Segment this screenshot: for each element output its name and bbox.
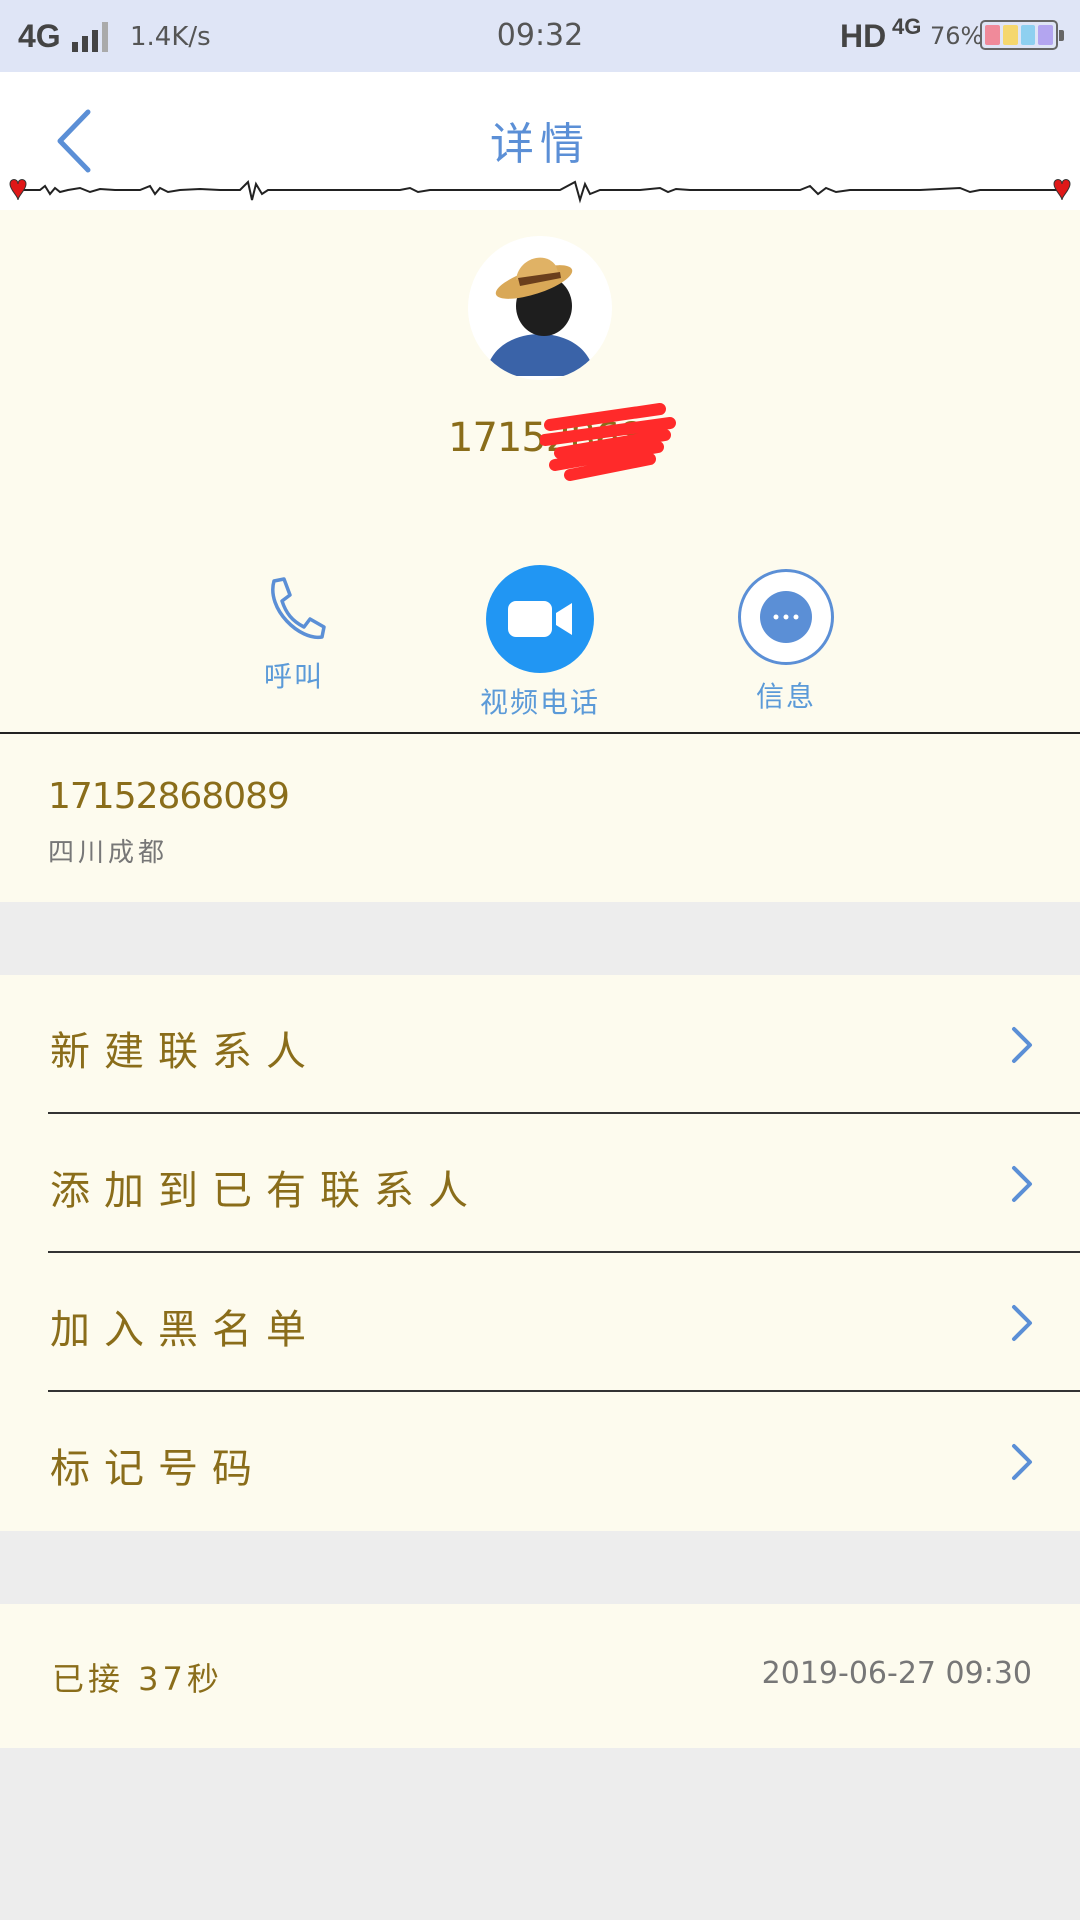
phone-icon bbox=[271, 577, 326, 639]
avatar bbox=[468, 236, 612, 380]
menu-item-blacklist[interactable]: 加入黑名单 bbox=[0, 1253, 1080, 1392]
number-info[interactable]: 17152868089 四川成都 bbox=[0, 734, 1080, 902]
menu-item-label: 新建联系人 bbox=[50, 1029, 320, 1075]
chevron-right-icon bbox=[1012, 1166, 1032, 1202]
video-call-circle bbox=[486, 565, 594, 673]
header-bar: 详情 bbox=[0, 72, 1080, 210]
network-indicator-2: 4G bbox=[892, 14, 922, 39]
status-bar: 4G 1.4K/s 09:32 HD 4G 76% bbox=[0, 0, 1080, 72]
call-datetime: 2019-06-27 09:30 bbox=[761, 1656, 1032, 1691]
video-call-label: 视频电话 bbox=[479, 686, 600, 719]
menu-item-label: 添加到已有联系人 bbox=[50, 1168, 482, 1214]
hd-indicator: HD bbox=[840, 18, 887, 54]
call-label: 呼叫 bbox=[263, 660, 324, 693]
heart-icon-left bbox=[9, 179, 27, 201]
chevron-right-icon bbox=[1012, 1305, 1032, 1341]
number-location: 四川成都 bbox=[48, 838, 169, 868]
call-record[interactable]: 已接 37秒 2019-06-27 09:30 bbox=[0, 1604, 1080, 1748]
message-label: 信息 bbox=[755, 680, 816, 713]
page-title: 详情 bbox=[490, 119, 590, 170]
menu-item-label: 标记号码 bbox=[50, 1446, 266, 1492]
battery-icon bbox=[980, 20, 1064, 50]
redaction-scribble bbox=[540, 403, 676, 481]
video-call-button[interactable]: 视频电话 bbox=[440, 565, 640, 719]
menu-item-label: 加入黑名单 bbox=[50, 1307, 320, 1353]
chat-bubble-icon bbox=[760, 591, 812, 643]
chevron-right-icon bbox=[1012, 1444, 1032, 1480]
message-circle bbox=[738, 569, 834, 665]
heart-icon-right bbox=[1053, 179, 1071, 201]
contact-profile: 17152868 呼叫 视频电话 信息 bbox=[0, 210, 1080, 734]
call-status: 已接 37秒 bbox=[52, 1660, 223, 1698]
message-button[interactable]: 信息 bbox=[686, 565, 886, 715]
video-camera-icon bbox=[508, 601, 572, 637]
call-button[interactable]: 呼叫 bbox=[194, 565, 394, 715]
battery-percent: 76% bbox=[930, 22, 984, 50]
chevron-right-icon bbox=[1012, 1027, 1032, 1063]
menu-item-add-to-existing[interactable]: 添加到已有联系人 bbox=[0, 1114, 1080, 1253]
phone-number: 17152868089 bbox=[48, 776, 290, 817]
options-menu: 新建联系人 添加到已有联系人 加入黑名单 标记号码 bbox=[0, 975, 1080, 1531]
menu-item-mark-number[interactable]: 标记号码 bbox=[0, 1392, 1080, 1531]
menu-item-new-contact[interactable]: 新建联系人 bbox=[0, 975, 1080, 1114]
heartbeat-line bbox=[9, 179, 1071, 204]
